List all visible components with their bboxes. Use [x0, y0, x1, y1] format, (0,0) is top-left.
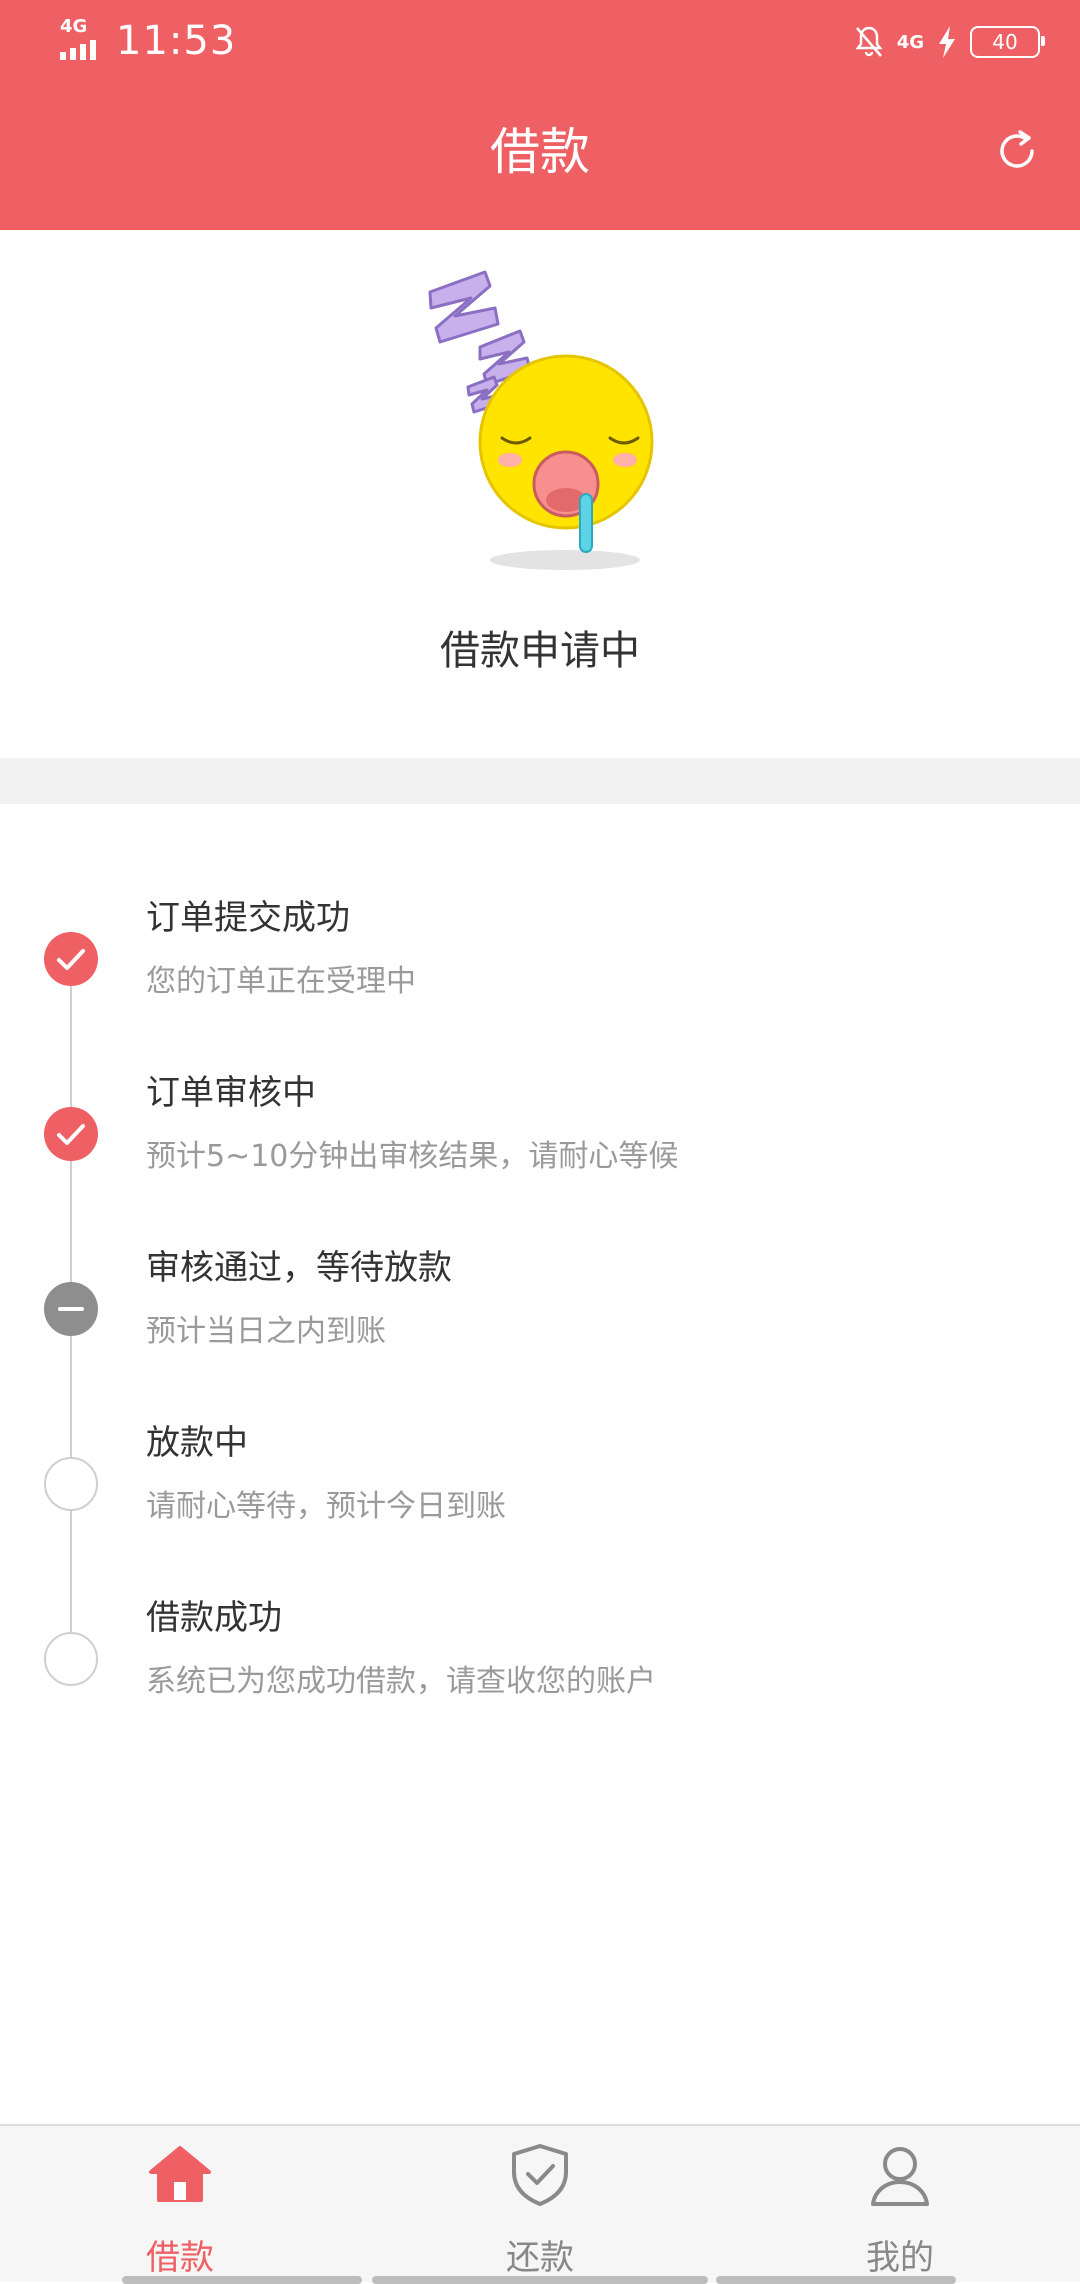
- charging-icon: [939, 26, 955, 58]
- sleeping-face-illustration: [428, 270, 654, 570]
- mute-bell-icon: [855, 26, 883, 57]
- refresh-icon[interactable]: [994, 128, 1040, 174]
- status-time: 11:53: [116, 18, 237, 64]
- shield-check-icon: [512, 2144, 568, 2206]
- tab-mine[interactable]: 我的: [770, 2126, 1030, 2282]
- tab-repay[interactable]: 还款: [410, 2126, 670, 2282]
- bottom-nav: 借款 还款 我的: [0, 2124, 1080, 2284]
- minus-icon: [44, 1282, 98, 1336]
- empty-circle-icon: [44, 1457, 98, 1511]
- step-description: 预计5~10分钟出审核结果，请耐心等候: [146, 1139, 679, 1174]
- step-title: 审核通过，等待放款: [146, 1248, 452, 1288]
- timeline-step: 放款中 请耐心等待，预计今日到账: [0, 1415, 1080, 1590]
- status-bar: 4G 11:53 4G 40: [0, 0, 1080, 84]
- section-divider: [0, 758, 1080, 804]
- step-description: 您的订单正在受理中: [146, 964, 416, 999]
- step-title: 借款成功: [146, 1598, 282, 1638]
- network-type-label: 4G: [60, 16, 88, 37]
- timeline-step: 借款成功 系统已为您成功借款，请查收您的账户: [0, 1590, 1080, 1765]
- gesture-bar: [122, 2276, 362, 2284]
- tab-label: 借款: [146, 2238, 214, 2278]
- step-title: 订单提交成功: [146, 898, 350, 938]
- timeline-step: 订单审核中 预计5~10分钟出审核结果，请耐心等候: [0, 1065, 1080, 1240]
- empty-circle-icon: [44, 1632, 98, 1686]
- step-title: 放款中: [146, 1423, 248, 1463]
- step-description: 请耐心等待，预计今日到账: [146, 1489, 506, 1524]
- status-icons: 4G 40: [853, 20, 1045, 64]
- step-description: 系统已为您成功借款，请查收您的账户: [146, 1664, 656, 1699]
- app-header: 4G 11:53 4G 40 借款: [0, 0, 1080, 230]
- tab-loan[interactable]: 借款: [50, 2126, 310, 2282]
- user-icon: [871, 2147, 929, 2206]
- page-title: 借款: [490, 123, 590, 181]
- network-type-label-right: 4G: [896, 31, 924, 53]
- tab-label: 我的: [866, 2238, 934, 2278]
- battery-icon: 40: [970, 26, 1045, 58]
- check-icon: [44, 1107, 98, 1161]
- gesture-bar: [716, 2276, 956, 2284]
- battery-level: 40: [992, 30, 1018, 54]
- application-status: 借款申请中: [440, 628, 640, 674]
- check-icon: [44, 932, 98, 986]
- signal-icon: [60, 40, 100, 60]
- step-title: 订单审核中: [146, 1073, 316, 1113]
- gesture-bar: [372, 2276, 708, 2284]
- step-description: 预计当日之内到账: [146, 1314, 386, 1349]
- tab-label: 还款: [506, 2238, 574, 2278]
- timeline-step: 订单提交成功 您的订单正在受理中: [0, 890, 1080, 1065]
- home-icon: [149, 2146, 211, 2202]
- timeline-step: 审核通过，等待放款 预计当日之内到账: [0, 1240, 1080, 1415]
